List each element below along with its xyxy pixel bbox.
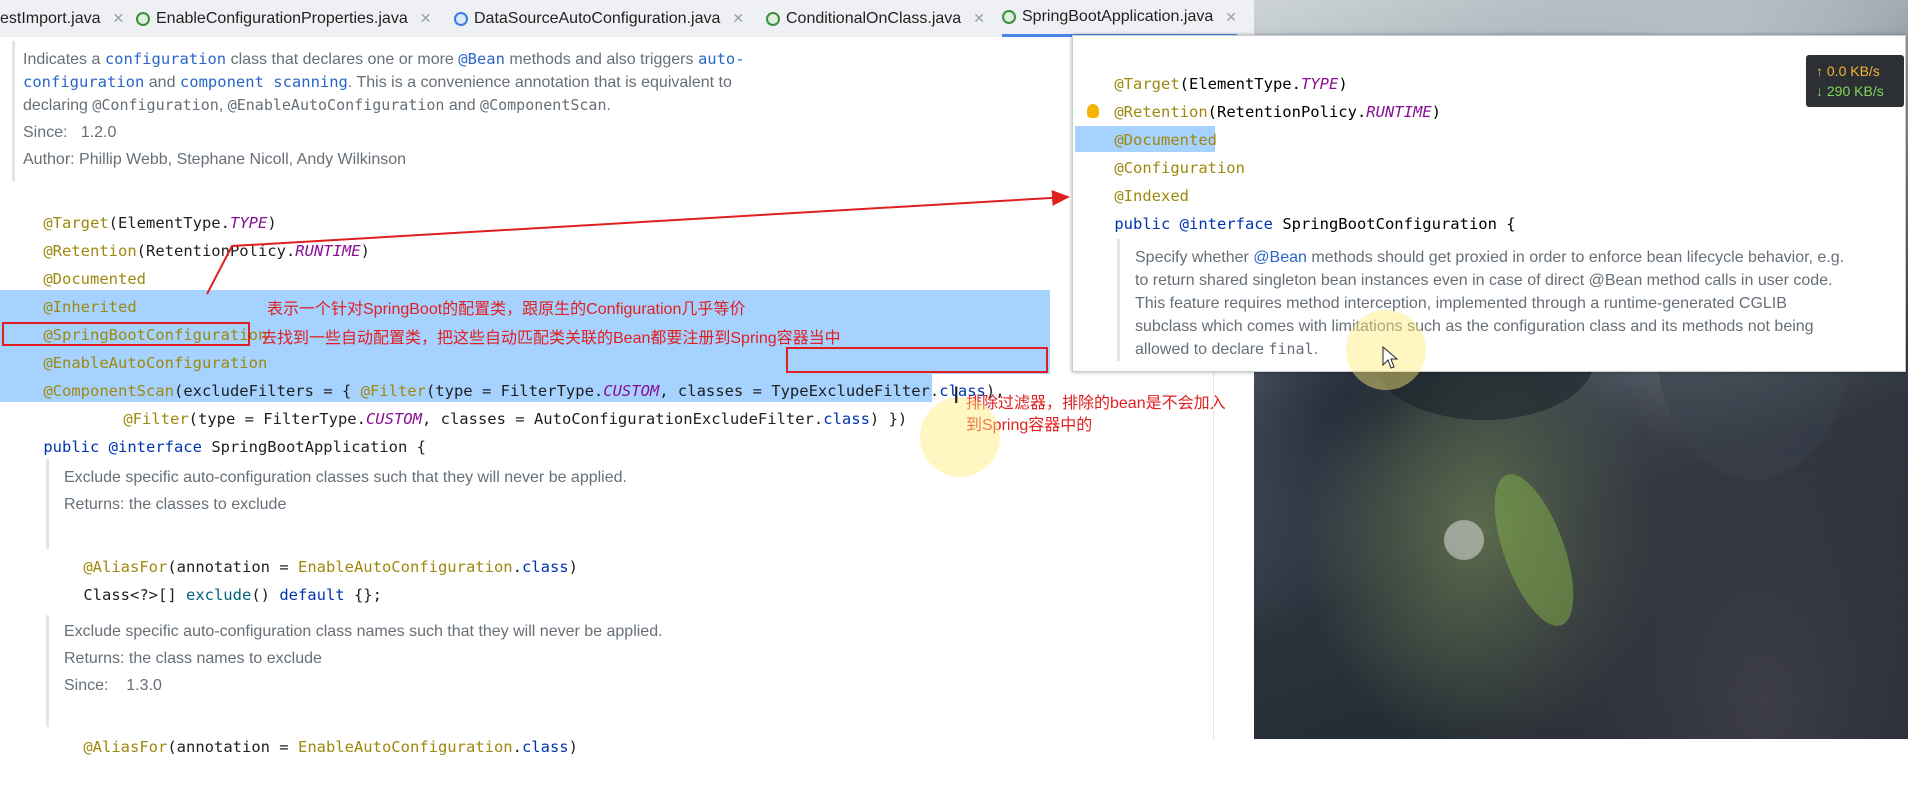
mouse-pointer-icon <box>1382 346 1398 369</box>
upload-speed: ↑ 0.0 KB/s <box>1816 63 1880 79</box>
intention-bulb-icon[interactable] <box>1087 104 1099 118</box>
network-speed-widget: ↑ 0.0 KB/s ↓ 290 KB/s <box>1806 55 1904 107</box>
download-speed: ↓ 290 KB/s <box>1816 83 1884 99</box>
quick-definition-popup[interactable]: @Target(ElementType.TYPE) @Retention(Ret… <box>1072 35 1906 372</box>
popup-javadoc: Specify whether @Bean methods should get… <box>1135 249 1845 358</box>
doc-bar <box>1117 239 1120 361</box>
